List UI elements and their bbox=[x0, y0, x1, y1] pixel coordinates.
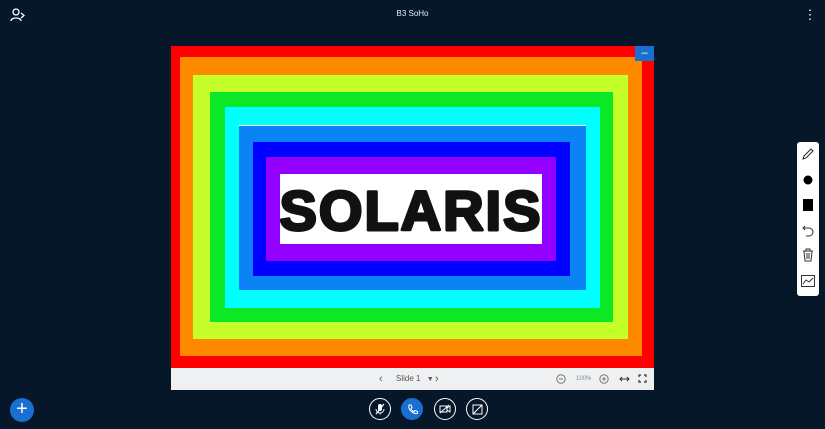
chevron-down-icon: ▼ bbox=[426, 376, 434, 383]
chevron-right-icon[interactable]: › bbox=[435, 368, 439, 390]
zoom-out-icon[interactable] bbox=[556, 368, 566, 390]
delete-icon[interactable] bbox=[797, 243, 819, 267]
slide-label: Slide 1 bbox=[396, 374, 421, 383]
pencil-icon[interactable] bbox=[797, 142, 819, 166]
kebab-menu-icon[interactable]: ⋮ bbox=[801, 6, 819, 24]
dot-size-icon[interactable] bbox=[797, 168, 819, 192]
camera-off-icon[interactable] bbox=[434, 398, 456, 420]
undo-icon[interactable] bbox=[797, 218, 819, 242]
multi-user-icon[interactable] bbox=[797, 269, 819, 293]
phone-icon[interactable] bbox=[401, 398, 423, 420]
zoom-in-icon[interactable] bbox=[599, 368, 609, 390]
slide-text: SOLARIS bbox=[280, 179, 542, 242]
screen-share-off-icon[interactable] bbox=[466, 398, 488, 420]
fit-width-icon[interactable] bbox=[619, 368, 630, 390]
whiteboard-toolbar bbox=[797, 142, 819, 296]
microphone-muted-icon[interactable] bbox=[369, 398, 391, 420]
presentation-slide[interactable]: SOLARIS bbox=[171, 46, 654, 368]
slide-select[interactable]: Slide 1 ▼ bbox=[396, 368, 434, 391]
top-bar: B3 SoHo ⋮ bbox=[0, 0, 825, 30]
slide-controls: ‹ Slide 1 ▼ › 100% bbox=[171, 368, 654, 390]
chevron-left-icon[interactable]: ‹ bbox=[379, 368, 383, 390]
actions-plus-button[interactable]: + bbox=[10, 398, 34, 422]
solaris-handwriting: SOLARIS bbox=[280, 178, 542, 244]
color-square-icon[interactable] bbox=[797, 193, 819, 217]
meeting-title: B3 SoHo bbox=[396, 9, 429, 18]
minimize-presentation-button[interactable]: – bbox=[635, 46, 654, 61]
fullscreen-icon[interactable] bbox=[638, 368, 647, 390]
zoom-level: 100% bbox=[576, 376, 592, 382]
